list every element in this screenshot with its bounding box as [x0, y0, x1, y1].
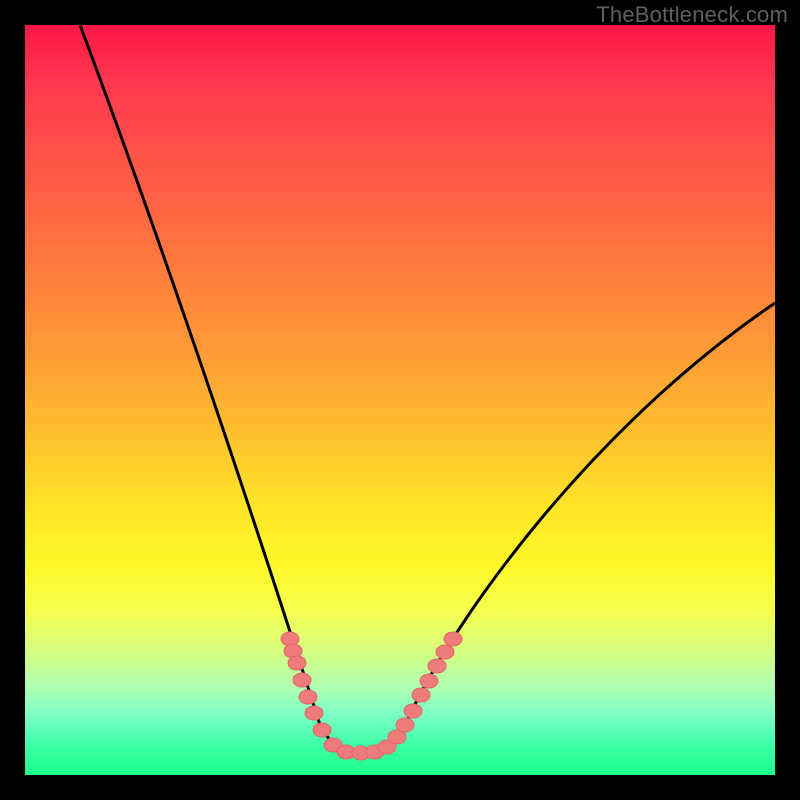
bead-marker: [404, 704, 422, 718]
bead-marker: [305, 706, 323, 720]
chart-stage: TheBottleneck.com: [0, 0, 800, 800]
bead-marker: [444, 632, 462, 646]
bead-marker: [299, 690, 317, 704]
bead-marker: [313, 723, 331, 737]
bead-marker: [420, 674, 438, 688]
bead-marker: [428, 659, 446, 673]
bead-marker: [412, 688, 430, 702]
curve-svg: [25, 25, 775, 775]
bottleneck-curve: [80, 25, 775, 755]
bead-marker: [293, 673, 311, 687]
plot-area: [25, 25, 775, 775]
highlight-beads: [281, 632, 462, 760]
bead-marker: [396, 718, 414, 732]
bead-marker: [436, 645, 454, 659]
bead-marker: [288, 656, 306, 670]
